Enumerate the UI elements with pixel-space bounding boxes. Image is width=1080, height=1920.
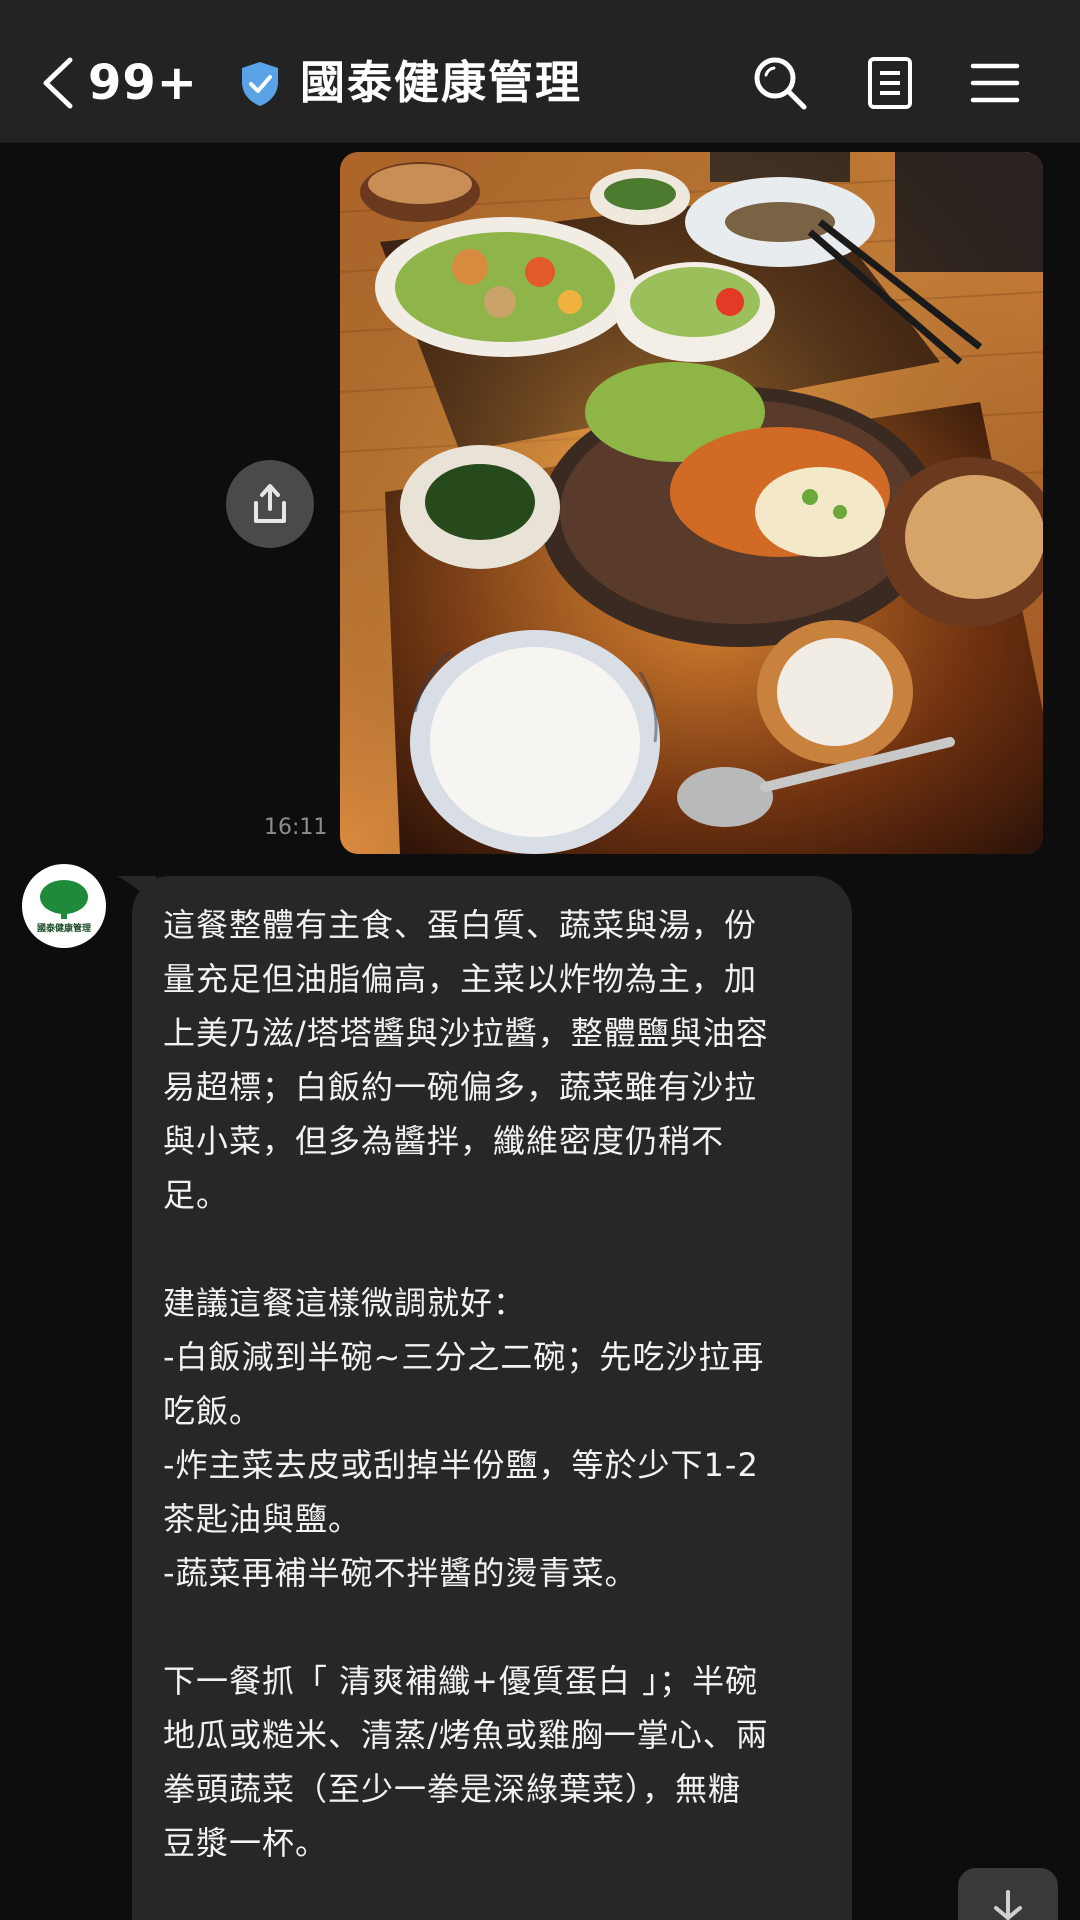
scroll-to-bottom-button[interactable] xyxy=(958,1868,1058,1920)
share-icon xyxy=(254,484,286,523)
chat-title[interactable]: 國泰健康管理 xyxy=(300,52,582,114)
message-line: 豆漿一杯。 xyxy=(163,1824,329,1862)
meal-photo[interactable] xyxy=(340,152,1043,854)
message-line: 與小菜，但多為醬拌，纖維密度仍稍不 xyxy=(163,1122,725,1160)
avatar-label: 國泰健康管理 xyxy=(36,923,91,934)
message-line xyxy=(163,1222,822,1276)
message-line: -炸主菜去皮或刮掉半份鹽，等於少下1-2 xyxy=(163,1446,759,1484)
message-line: 這餐整體有主食、蛋白質、蔬菜與湯，份 xyxy=(163,906,758,944)
menu-button[interactable] xyxy=(960,48,1030,118)
reply-message-bubble[interactable]: 這餐整體有主食、蛋白質、蔬菜與湯，份 量充足但油脂偏高，主菜以炸物為主，加 上美… xyxy=(132,876,852,1920)
back-button[interactable] xyxy=(38,52,78,114)
message-line xyxy=(163,1600,822,1654)
notes-icon xyxy=(868,57,912,109)
message-line: 地瓜或糙米、清蒸/烤魚或雞胸一掌心、兩 xyxy=(163,1716,769,1754)
message-line: 建議這餐這樣微調就好： xyxy=(163,1284,527,1322)
message-line: 量充足但油脂偏高，主菜以炸物為主，加 xyxy=(163,960,758,998)
unread-count-badge[interactable]: 99+ xyxy=(88,52,198,114)
message-line: 茶匙油與鹽。 xyxy=(163,1500,362,1538)
message-line: 上美乃滋/塔塔醬與沙拉醬，整體鹽與油容 xyxy=(163,1014,769,1052)
shield-check-icon xyxy=(238,60,282,108)
chevron-left-icon xyxy=(43,57,73,109)
search-button[interactable] xyxy=(745,48,815,118)
message-line: -白飯減到半碗~三分之二碗；先吃沙拉再 xyxy=(163,1338,765,1376)
message-line: 吃飯。 xyxy=(163,1392,263,1430)
search-icon xyxy=(754,57,807,110)
message-timestamp: 16:11 xyxy=(264,815,328,840)
tree-logo-icon xyxy=(40,879,88,919)
message-line: 足。 xyxy=(163,1176,230,1214)
arrow-down-icon xyxy=(994,1890,1022,1920)
hamburger-menu-icon xyxy=(970,63,1020,103)
message-line: 拳頭蔬菜（至少一拳是深綠葉菜），無糖 xyxy=(163,1770,742,1808)
avatar[interactable]: 國泰健康管理 xyxy=(22,864,106,948)
share-button[interactable] xyxy=(226,460,314,548)
message-line: -蔬菜再補半碗不拌醬的燙青菜。 xyxy=(163,1554,638,1592)
message-line: 下一餐抓「 清爽補纖+優質蛋白 」；半碗 xyxy=(163,1662,759,1700)
chat-header: 99+ 國泰健康管理 xyxy=(0,0,1080,143)
message-line: 易超標；白飯約一碗偏多，蔬菜雖有沙拉 xyxy=(163,1068,758,1106)
notes-button[interactable] xyxy=(855,48,925,118)
